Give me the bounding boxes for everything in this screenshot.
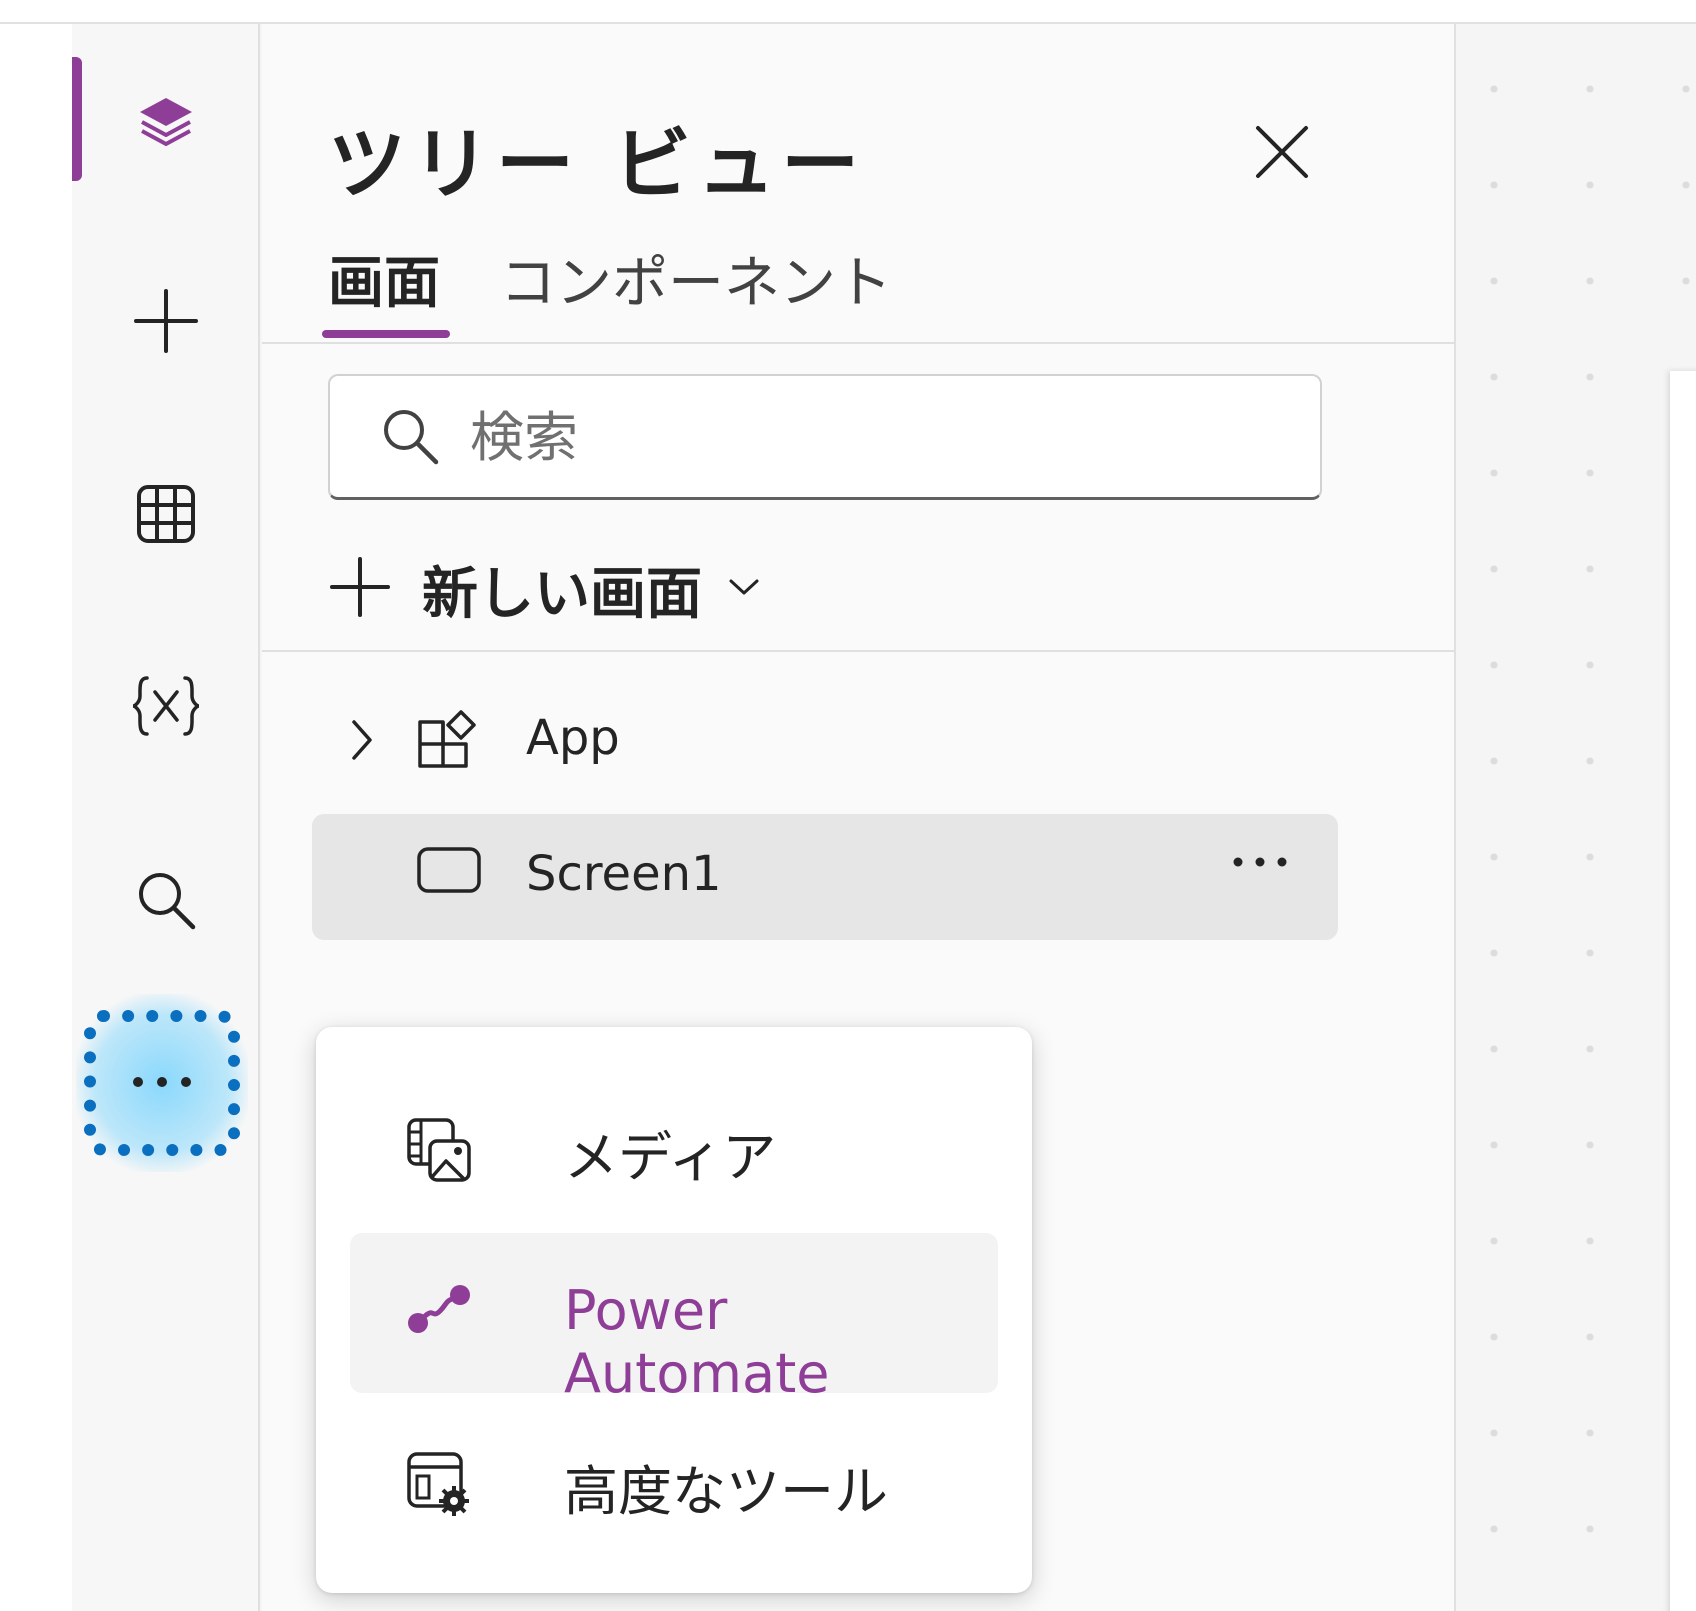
close-icon bbox=[1254, 124, 1310, 184]
screen-canvas[interactable] bbox=[1670, 371, 1696, 1611]
menu-item-power-automate[interactable]: Power Automate bbox=[350, 1233, 998, 1405]
menu-item-advanced-tools[interactable]: 高度なツール bbox=[350, 1401, 998, 1561]
tree-node-label: Screen1 bbox=[526, 846, 722, 902]
chevron-down-icon bbox=[728, 577, 760, 601]
menu-item-label: 高度なツール bbox=[564, 1460, 888, 1523]
app-shell: ツリー ビュー 画面 コンポーネント 検索 新しい画面 App Screen1 … bbox=[72, 24, 1696, 1611]
rail-insert-button[interactable] bbox=[116, 271, 216, 371]
plus-icon bbox=[131, 286, 201, 356]
rail-tree-view-button[interactable] bbox=[116, 72, 216, 172]
new-screen-button[interactable]: 新しい画面 bbox=[328, 544, 760, 634]
media-icon bbox=[406, 1117, 472, 1187]
search-input[interactable] bbox=[468, 398, 1272, 476]
menu-item-label: メディア bbox=[564, 1126, 777, 1189]
rail-variables-button[interactable] bbox=[116, 656, 216, 756]
power-automate-icon bbox=[406, 1283, 472, 1339]
tree-node-screen1[interactable]: Screen1 bbox=[312, 814, 1338, 940]
divider bbox=[262, 342, 1454, 344]
more-flyout-menu: メディア Power Automate 高度なツール bbox=[316, 1027, 1032, 1593]
tab-selected-indicator bbox=[322, 330, 450, 338]
rail-data-button[interactable] bbox=[116, 464, 216, 564]
layers-icon bbox=[136, 92, 196, 152]
design-canvas[interactable] bbox=[1456, 24, 1696, 1611]
chevron-right-icon[interactable] bbox=[350, 718, 374, 766]
more-horizontal-icon bbox=[130, 1074, 194, 1093]
new-screen-label: 新しい画面 bbox=[422, 561, 702, 627]
left-rail bbox=[72, 24, 260, 1611]
panel-title: ツリー ビュー bbox=[328, 120, 866, 210]
menu-item-label: Power Automate bbox=[564, 1279, 830, 1405]
tree-node-app[interactable]: App bbox=[312, 678, 1338, 804]
search-icon bbox=[380, 406, 440, 470]
app-icon bbox=[416, 708, 478, 774]
node-more-options-button[interactable] bbox=[1232, 854, 1288, 873]
tab-screens[interactable]: 画面 bbox=[328, 238, 440, 319]
rail-more-button[interactable] bbox=[84, 1010, 240, 1156]
plus-icon bbox=[328, 555, 392, 623]
variable-icon bbox=[131, 674, 201, 738]
divider bbox=[262, 650, 1454, 652]
rail-active-indicator bbox=[72, 57, 82, 181]
tab-components[interactable]: コンポーネント bbox=[500, 238, 892, 319]
rail-search-button[interactable] bbox=[116, 850, 216, 950]
tree-search-box[interactable] bbox=[328, 374, 1322, 500]
close-panel-button[interactable] bbox=[1242, 114, 1322, 194]
screen-icon bbox=[416, 844, 482, 900]
top-edge bbox=[0, 0, 1696, 24]
table-icon bbox=[135, 483, 197, 545]
search-icon bbox=[135, 869, 197, 931]
advanced-tools-icon bbox=[406, 1451, 472, 1521]
tree-node-label: App bbox=[526, 710, 620, 766]
menu-item-media[interactable]: メディア bbox=[350, 1067, 998, 1227]
